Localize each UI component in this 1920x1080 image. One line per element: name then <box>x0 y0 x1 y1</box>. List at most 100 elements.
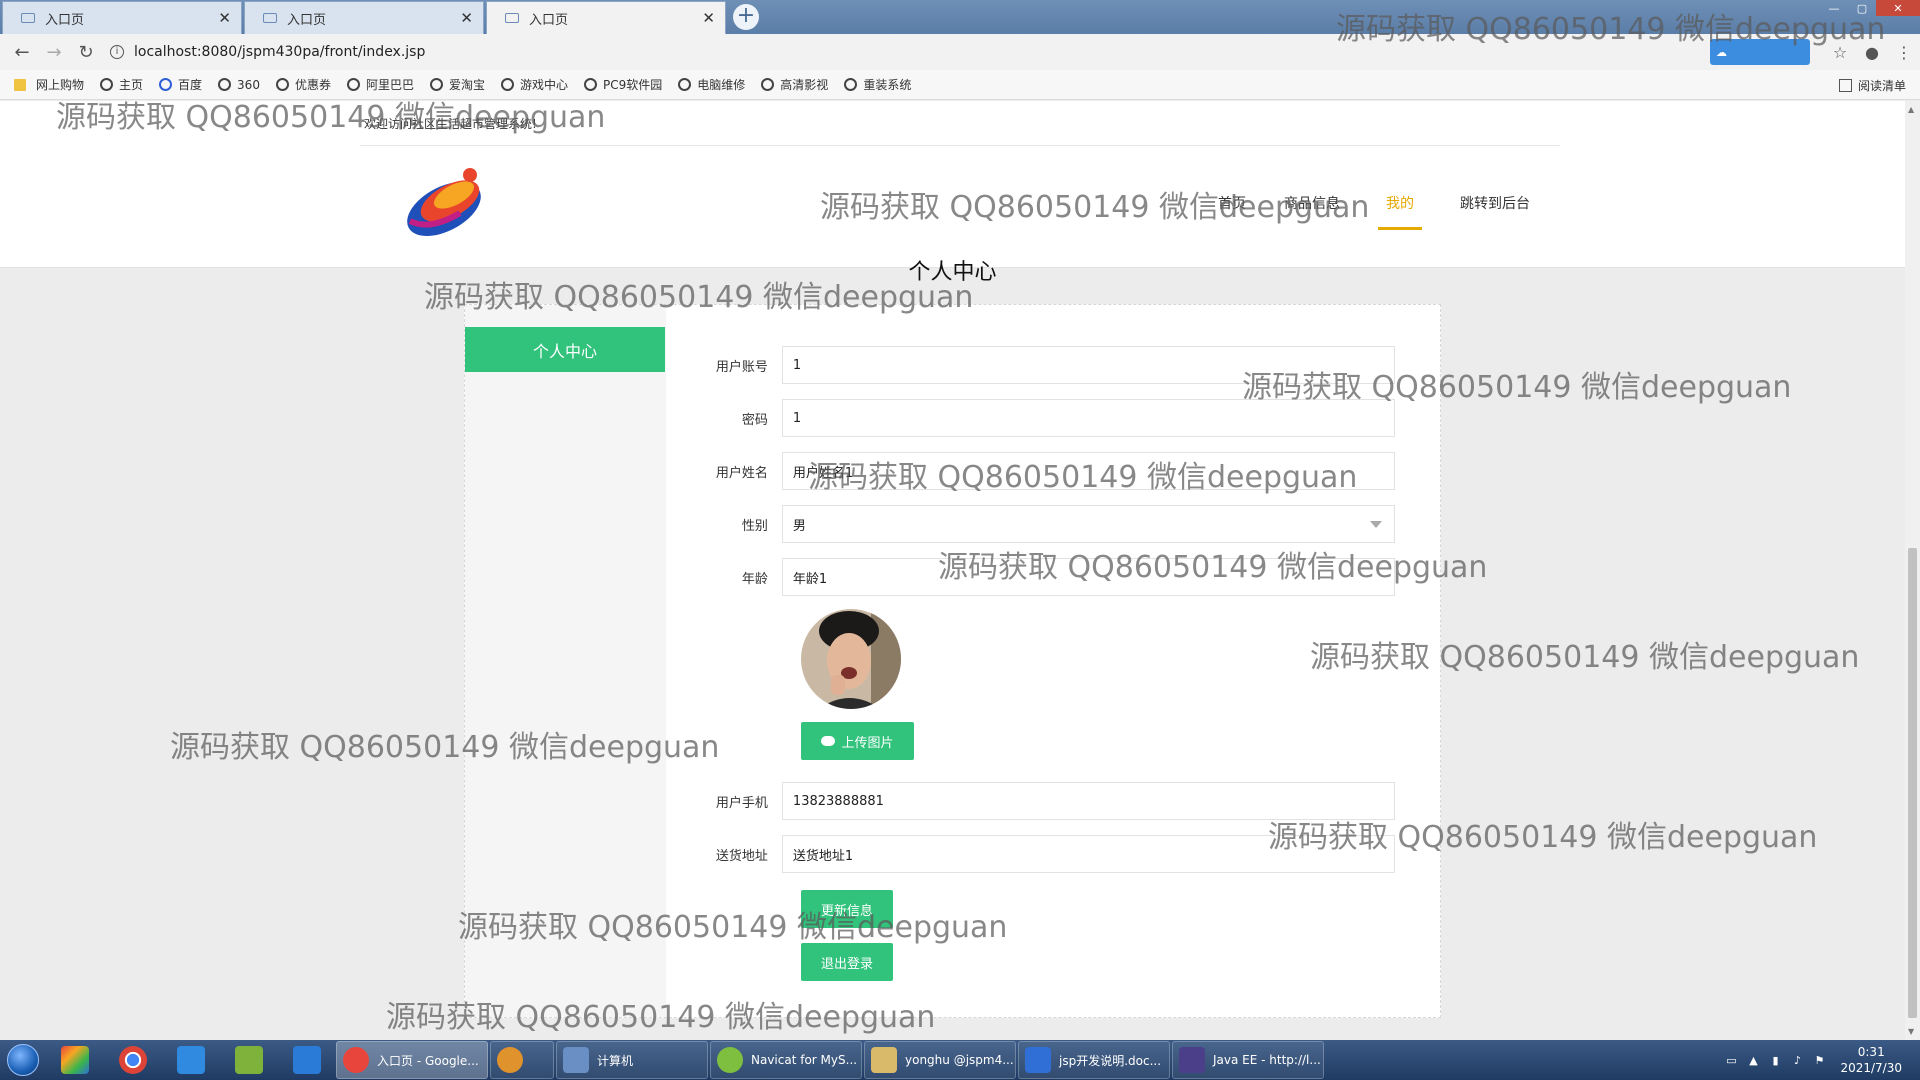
account-input[interactable]: 1 <box>781 346 1395 384</box>
nav-products[interactable]: 商品信息 <box>1284 193 1340 230</box>
tray-expand-icon[interactable]: ▲ <box>1742 1054 1764 1067</box>
taskbar-task[interactable]: 计算机 <box>556 1041 708 1079</box>
phone-input[interactable]: 13823888881 <box>781 782 1395 820</box>
password-label: 密码 <box>741 412 768 428</box>
new-tab-button[interactable]: + <box>733 4 759 30</box>
eclipse-icon <box>1179 1047 1205 1073</box>
site-logo <box>407 168 481 237</box>
forward-arrow-icon[interactable]: → <box>38 42 70 63</box>
flag-icon[interactable]: ⚑ <box>1808 1054 1830 1067</box>
globe-icon <box>584 78 598 91</box>
page-favicon-icon <box>505 13 519 23</box>
phone-label: 用户手机 <box>715 795 768 811</box>
paw-icon <box>159 78 173 91</box>
upload-image-button[interactable]: 上传图片 <box>801 722 914 760</box>
bookmark-item[interactable]: 重装系统 <box>844 76 911 93</box>
start-button[interactable] <box>0 1040 46 1080</box>
welcome-text: 欢迎访问社区生活超市管理系统! <box>364 117 537 131</box>
bookmark-item[interactable]: 游戏中心 <box>501 76 568 93</box>
browser-tab[interactable]: 入口页 ✕ <box>244 1 484 34</box>
keyboard-icon[interactable]: ▭ <box>1720 1054 1742 1067</box>
pinned-app[interactable] <box>278 1040 336 1080</box>
clock[interactable]: 0:31 2021/7/30 <box>1840 1044 1902 1076</box>
nav-home[interactable]: 首页 <box>1218 193 1246 230</box>
window-close-icon[interactable]: ✕ <box>1876 0 1920 16</box>
sidebar: 个人中心 <box>465 305 666 1017</box>
bookmark-item[interactable]: 主页 <box>100 76 143 93</box>
computer-icon <box>563 1047 589 1073</box>
menu-icon[interactable]: ⋮ <box>1888 43 1920 62</box>
extension-button[interactable]: ☁ <box>1710 39 1810 65</box>
globe-icon <box>501 78 514 91</box>
gender-select[interactable]: 男 <box>781 505 1395 543</box>
system-tray: ▭ ▲ ▮ ♪ ⚑ 0:31 2021/7/30 <box>1720 1040 1920 1080</box>
site-header: 欢迎访问社区生活超市管理系统! 首页 商品信息 我的 跳转到后台 <box>0 101 1905 268</box>
scrollbar-thumb[interactable] <box>1908 548 1917 1018</box>
close-tab-icon[interactable]: ✕ <box>460 9 473 27</box>
taskbar-task[interactable]: jsp开发说明.doc... <box>1018 1041 1170 1079</box>
browser-tab[interactable]: 入口页 ✕ <box>2 1 242 34</box>
windows-taskbar: 入口页 - Google... 计算机 Navicat for MyS... y… <box>0 1040 1920 1080</box>
sidebar-item-profile[interactable]: 个人中心 <box>465 327 665 372</box>
cloud-upload-icon <box>821 736 836 746</box>
taskbar-task[interactable]: yonghu @jspm4... <box>864 1041 1016 1079</box>
app-icon <box>61 1046 89 1074</box>
age-input[interactable]: 年龄1 <box>781 558 1395 596</box>
scroll-down-icon[interactable]: ▼ <box>1908 1027 1914 1036</box>
taskbar-task[interactable]: 入口页 - Google... <box>336 1041 488 1079</box>
bookmark-item[interactable]: 高清影视 <box>761 76 828 93</box>
pinned-app[interactable] <box>220 1040 278 1080</box>
form-row-name: 用户姓名 用户姓名1 <box>695 452 1395 490</box>
pinned-app[interactable] <box>104 1040 162 1080</box>
divider <box>360 145 1560 146</box>
star-icon[interactable]: ☆ <box>1824 43 1856 62</box>
pinned-app[interactable] <box>46 1040 104 1080</box>
taskbar-task[interactable]: Navicat for MyS... <box>710 1041 862 1079</box>
maximize-icon[interactable]: ▢ <box>1848 0 1876 16</box>
bookmark-item[interactable]: 360 <box>218 78 260 92</box>
minimize-icon[interactable]: — <box>1820 0 1848 16</box>
address-bar: ← → ↻ i localhost:8080/jspm430pa/front/i… <box>0 34 1920 70</box>
scroll-up-icon[interactable]: ▲ <box>1908 105 1914 114</box>
reading-list[interactable]: 阅读清单 <box>1838 70 1906 100</box>
address-input[interactable]: 送货地址1 <box>781 835 1395 873</box>
bookmark-item[interactable]: 网上购物 <box>14 76 84 93</box>
folder-icon <box>14 78 26 91</box>
close-tab-icon[interactable]: ✕ <box>218 9 231 27</box>
globe-icon <box>429 78 443 91</box>
password-input[interactable]: 1 <box>781 399 1395 437</box>
update-info-button[interactable]: 更新信息 <box>801 890 893 928</box>
close-tab-icon[interactable]: ✕ <box>702 9 715 27</box>
logout-button[interactable]: 退出登录 <box>801 943 893 981</box>
url-field[interactable]: i localhost:8080/jspm430pa/front/index.j… <box>110 44 425 60</box>
nav-mine[interactable]: 我的 <box>1378 193 1422 230</box>
reading-list-icon <box>1838 78 1852 92</box>
tab-title: 入口页 <box>529 12 569 28</box>
form-row-account: 用户账号 1 <box>695 346 1395 384</box>
pinned-app[interactable] <box>162 1040 220 1080</box>
bookmark-item[interactable]: 百度 <box>159 76 202 93</box>
info-icon[interactable]: i <box>110 45 124 59</box>
bookmark-item[interactable]: 阿里巴巴 <box>346 76 414 93</box>
chrome-icon <box>119 1046 147 1074</box>
page-viewport: 欢迎访问社区生活超市管理系统! 首页 商品信息 我的 跳转到后台 个人中心 个人… <box>0 101 1920 1040</box>
clock-date: 2021/7/30 <box>1840 1061 1902 1075</box>
account-icon[interactable]: ● <box>1856 43 1888 62</box>
page-favicon-icon <box>263 13 277 23</box>
avatar <box>801 609 901 709</box>
page-scrollbar[interactable]: ▲ ▼ <box>1905 101 1920 1040</box>
volume-icon[interactable]: ♪ <box>1786 1054 1808 1067</box>
back-arrow-icon[interactable]: ← <box>6 42 38 63</box>
reload-icon[interactable]: ↻ <box>70 42 102 63</box>
name-input[interactable]: 用户姓名1 <box>781 452 1395 490</box>
bookmark-item[interactable]: PC9软件园 <box>584 76 662 93</box>
browser-tab-active[interactable]: 入口页 ✕ <box>486 1 726 34</box>
nav-admin[interactable]: 跳转到后台 <box>1460 193 1530 230</box>
network-icon[interactable]: ▮ <box>1764 1054 1786 1067</box>
bookmark-item[interactable]: 电脑维修 <box>678 76 745 93</box>
bookmark-item[interactable]: 爱淘宝 <box>429 76 485 93</box>
taskbar-task[interactable] <box>490 1041 554 1079</box>
bookmark-item[interactable]: 优惠券 <box>275 76 331 93</box>
taskbar-task[interactable]: Java EE - http://l... <box>1172 1041 1324 1079</box>
name-label: 用户姓名 <box>715 465 768 481</box>
